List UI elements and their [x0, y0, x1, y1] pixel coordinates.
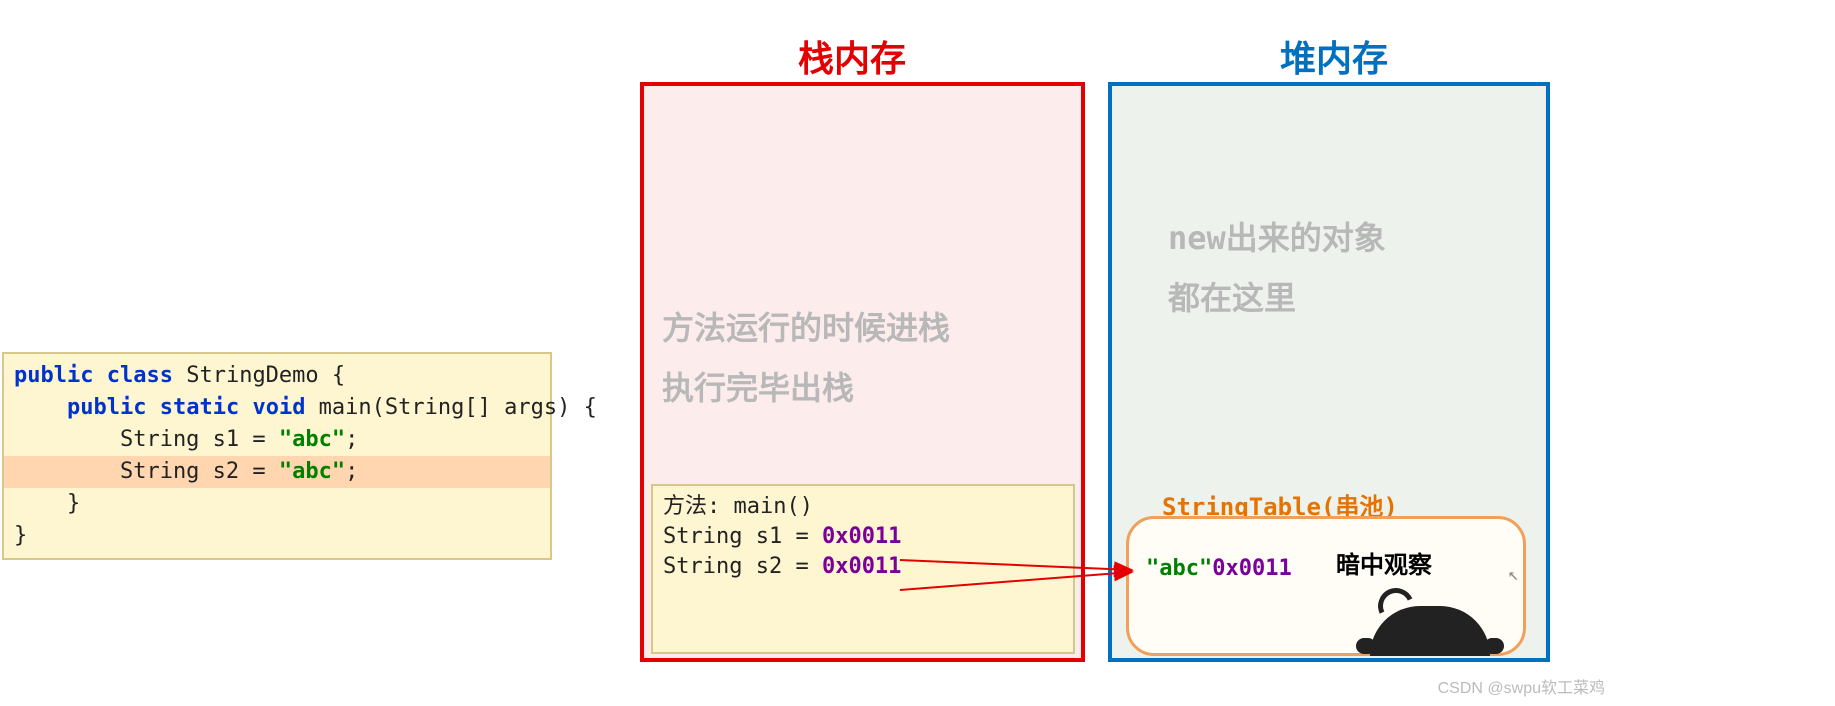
var-text: String s1 =: [663, 524, 822, 549]
code-line-3: String s1 = "abc";: [4, 424, 550, 456]
address-value: 0x0011: [822, 524, 901, 549]
stack-frame-main: 方法: main() String s1 = 0x0011 String s2 …: [651, 484, 1075, 654]
cursor-icon: ↖: [1508, 564, 1519, 585]
string-literal: "abc": [279, 459, 345, 484]
code-text: ;: [345, 459, 358, 484]
frame-title: 方法: main(): [663, 492, 1063, 522]
code-text: main(String[] args) {: [305, 395, 596, 420]
watermark-text: CSDN @swpu软工菜鸡: [1438, 674, 1605, 698]
keyword-void: void: [252, 395, 305, 420]
address-value: 0x0011: [822, 554, 901, 579]
code-line-4-highlighted: String s2 = "abc";: [4, 456, 550, 488]
heap-memory-title: 堆内存: [1280, 30, 1388, 82]
code-line-5: }: [4, 488, 550, 520]
pool-string-value: "abc": [1146, 556, 1212, 581]
observe-label: 暗中观察: [1336, 545, 1432, 580]
code-text: String s1 =: [14, 427, 279, 452]
mascot-hand-right: [1484, 638, 1504, 654]
code-text: ;: [345, 427, 358, 452]
heap-memory-description: new出来的对象 都在这里: [1168, 208, 1386, 328]
code-text: String s2 =: [14, 459, 279, 484]
keyword-class: class: [107, 363, 173, 388]
code-line-6: }: [4, 520, 550, 552]
pool-address-value: 0x0011: [1212, 556, 1291, 581]
stack-memory-title: 栈内存: [798, 30, 906, 82]
code-text: StringDemo {: [173, 363, 345, 388]
stack-memory-description: 方法运行的时候进栈 执行完毕出栈: [662, 298, 950, 418]
keyword-public: public: [14, 363, 93, 388]
keyword-public: public: [67, 395, 146, 420]
code-line-1: public class StringDemo {: [4, 360, 550, 392]
heap-desc-line1: new出来的对象: [1168, 208, 1386, 268]
frame-var-s2: String s2 = 0x0011: [663, 552, 1063, 582]
stack-desc-line2: 执行完毕出栈: [662, 358, 950, 418]
stack-desc-line1: 方法运行的时候进栈: [662, 298, 950, 358]
string-pool-entry: "abc"0x0011: [1146, 556, 1292, 581]
heap-desc-line2: 都在这里: [1168, 268, 1386, 328]
code-panel: public class StringDemo { public static …: [2, 352, 552, 560]
string-literal: "abc": [279, 427, 345, 452]
keyword-static: static: [160, 395, 239, 420]
code-line-2: public static void main(String[] args) {: [4, 392, 550, 424]
mascot-hand-left: [1356, 638, 1376, 654]
frame-var-s1: String s1 = 0x0011: [663, 522, 1063, 552]
var-text: String s2 =: [663, 554, 822, 579]
